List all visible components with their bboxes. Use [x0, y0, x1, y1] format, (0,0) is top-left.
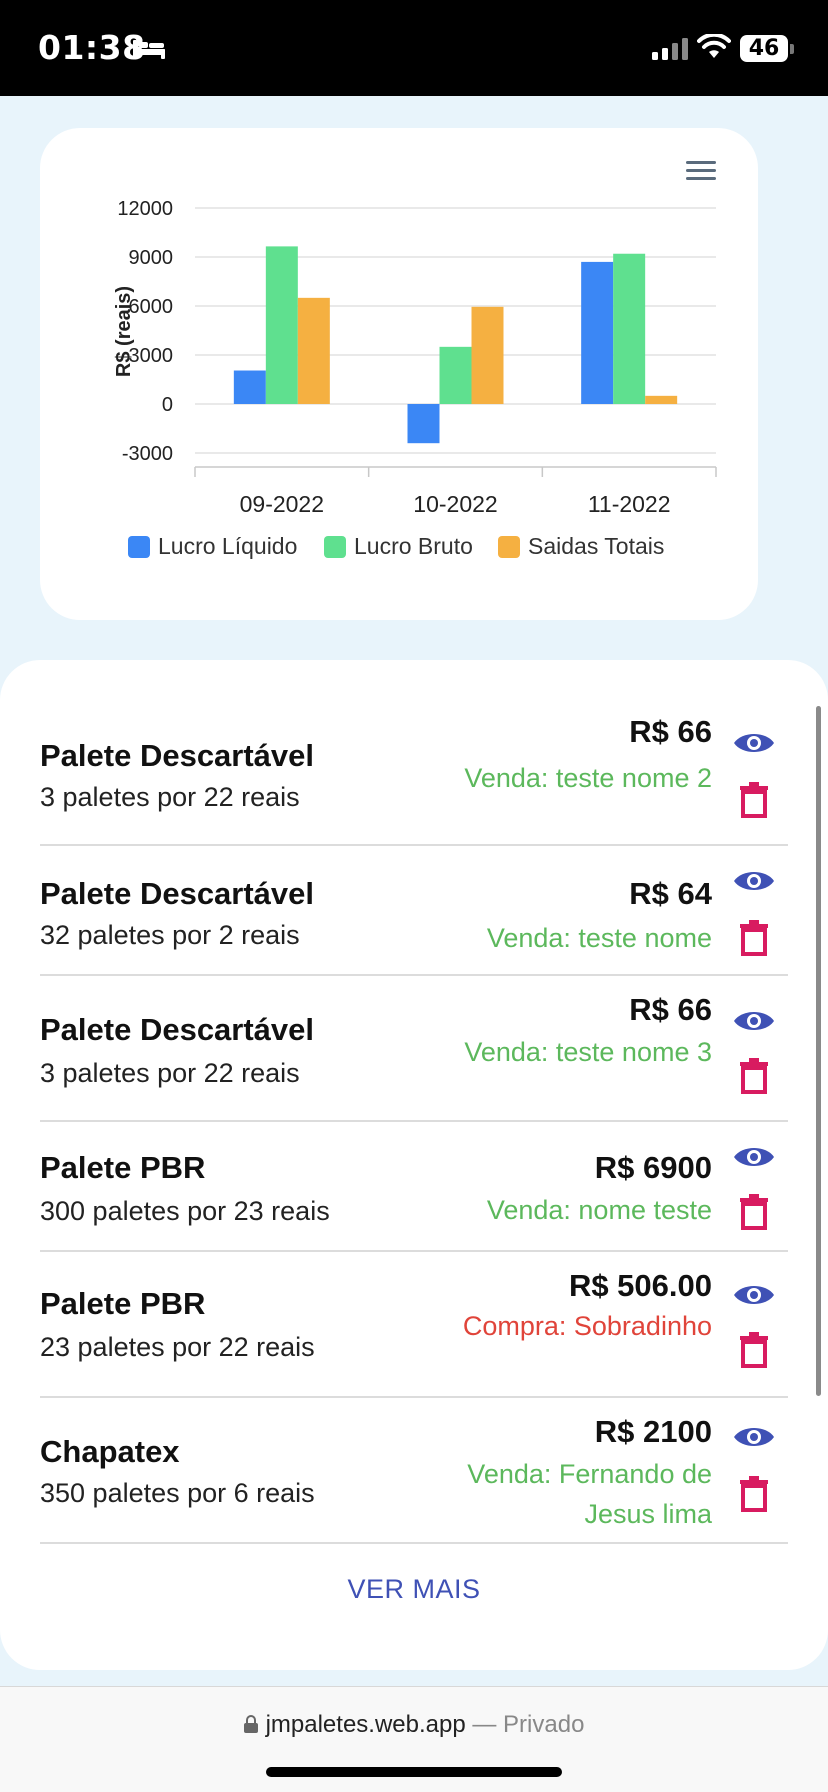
transaction-row[interactable]: Palete Descartável 3 paletes por 22 reais…	[40, 700, 788, 846]
x-tick-label: 11-2022	[588, 491, 671, 517]
legend-swatch	[128, 535, 150, 558]
trash-icon[interactable]	[740, 920, 768, 956]
item-title: Palete Descartável	[40, 738, 315, 773]
x-tick-label: 10-2022	[413, 491, 497, 517]
url-private-label: Privado	[503, 1711, 585, 1738]
item-note: Venda: teste nome 2	[464, 763, 712, 793]
legend-label: Lucro Bruto	[354, 533, 473, 559]
item-title: Palete Descartável	[40, 876, 315, 911]
bar-1-1	[233, 370, 266, 404]
transaction-row[interactable]: Palete Descartável 32 paletes por 2 reais…	[40, 846, 788, 976]
browser-url-bar[interactable]: jmpaletes.web.app — Privado	[0, 1686, 828, 1792]
url-separator: —	[465, 1711, 504, 1738]
item-price: R$ 66	[629, 992, 712, 1027]
eye-icon[interactable]	[732, 728, 776, 758]
trash-icon[interactable]	[740, 1194, 768, 1230]
bar-2-1	[265, 246, 298, 404]
item-price: R$ 2100	[594, 1414, 712, 1449]
bar-1-3	[581, 261, 614, 404]
transaction-row[interactable]: Chapatex 350 paletes por 6 reais R$ 2100 Ve…	[40, 1398, 788, 1544]
item-price: R$ 66	[629, 714, 712, 749]
eye-icon[interactable]	[732, 1142, 776, 1172]
item-price: R$ 506.00	[568, 1268, 712, 1303]
legend-item[interactable]: Lucro Bruto	[324, 533, 473, 560]
legend-item[interactable]: Saidas Totais	[498, 533, 664, 560]
item-subtitle: 3 paletes por 22 reais	[40, 782, 300, 812]
trash-icon[interactable]	[740, 1058, 768, 1094]
item-subtitle: 32 paletes por 2 reais	[40, 920, 300, 950]
transaction-row[interactable]: Palete Descartável 3 paletes por 22 reais…	[40, 976, 788, 1122]
y-tick-label: 0	[162, 394, 173, 416]
y-tick-label: 6000	[129, 296, 174, 318]
y-tick-label: 12000	[117, 198, 173, 220]
bar-3-1	[297, 297, 330, 404]
legend-label: Saidas Totais	[528, 533, 665, 559]
status-bar: 01:38 46	[0, 0, 828, 96]
item-subtitle: 300 paletes por 23 reais	[40, 1196, 330, 1226]
transaction-row[interactable]: Palete PBR 23 paletes por 22 reais R$ 506.…	[40, 1252, 788, 1398]
bar-3-3	[645, 395, 678, 404]
item-price: R$ 6900	[594, 1150, 712, 1185]
item-title: Palete PBR	[40, 1150, 206, 1185]
chart-card: 12000 9000 6000 3000 0 -3000 R$ (reais) 09-2022…	[40, 128, 758, 620]
bar-2-2	[439, 346, 472, 404]
legend-item[interactable]: Lucro Líquido	[128, 533, 297, 560]
home-indicator[interactable]	[266, 1767, 562, 1777]
item-note: Compra: Sobradinho	[462, 1311, 712, 1341]
item-note: Venda: Fernando de Jesus lima	[467, 1459, 712, 1529]
bar-3-2	[471, 306, 504, 404]
legend-swatch	[498, 535, 520, 558]
y-tick-label: 3000	[129, 345, 174, 367]
url-domain: jmpaletes.web.app	[265, 1711, 466, 1738]
sleep-bed-icon	[133, 40, 165, 59]
eye-icon[interactable]	[732, 1280, 776, 1310]
battery-tip	[790, 44, 794, 54]
url-display[interactable]: jmpaletes.web.app — Privado	[0, 1711, 828, 1739]
item-note: Venda: nome teste	[486, 1195, 712, 1225]
legend-swatch	[324, 535, 346, 558]
item-title: Palete Descartável	[40, 1012, 315, 1047]
trash-icon[interactable]	[740, 1332, 768, 1368]
item-subtitle: 350 paletes por 6 reais	[40, 1478, 315, 1508]
wifi-icon	[697, 34, 731, 58]
eye-icon[interactable]	[732, 1422, 776, 1452]
eye-icon[interactable]	[732, 866, 776, 896]
item-note: Venda: teste nome 3	[464, 1037, 712, 1067]
y-tick-label: 9000	[129, 247, 174, 269]
bar-chart: 12000 9000 6000 3000 0 -3000 R$ (reais) 09-2022…	[113, 198, 717, 517]
legend-label: Lucro Líquido	[158, 533, 298, 559]
y-axis-label: R$ (reais)	[113, 286, 135, 377]
item-subtitle: 3 paletes por 22 reais	[40, 1058, 300, 1088]
ver-mais-button[interactable]: VER MAIS	[0, 1574, 828, 1605]
lock-icon	[243, 1715, 258, 1733]
trash-icon[interactable]	[740, 782, 768, 818]
status-time: 01:38	[38, 28, 146, 67]
eye-icon[interactable]	[732, 1006, 776, 1036]
item-title: Chapatex	[40, 1434, 180, 1469]
cellular-signal-icon	[652, 38, 688, 60]
transaction-row[interactable]: Palete PBR 300 paletes por 23 reais R$ 690…	[40, 1122, 788, 1252]
bar-1-2	[407, 404, 440, 444]
bar-2-3	[613, 253, 646, 404]
y-tick-label: -3000	[122, 443, 173, 465]
item-price: R$ 64	[629, 876, 712, 911]
item-note: Venda: teste nome	[486, 923, 712, 953]
battery-indicator: 46	[740, 35, 788, 62]
x-tick-label: 09-2022	[240, 491, 324, 517]
trash-icon[interactable]	[740, 1476, 768, 1512]
item-title: Palete PBR	[40, 1286, 206, 1321]
scrollbar[interactable]	[816, 706, 821, 1396]
item-subtitle: 23 paletes por 22 reais	[40, 1332, 315, 1362]
